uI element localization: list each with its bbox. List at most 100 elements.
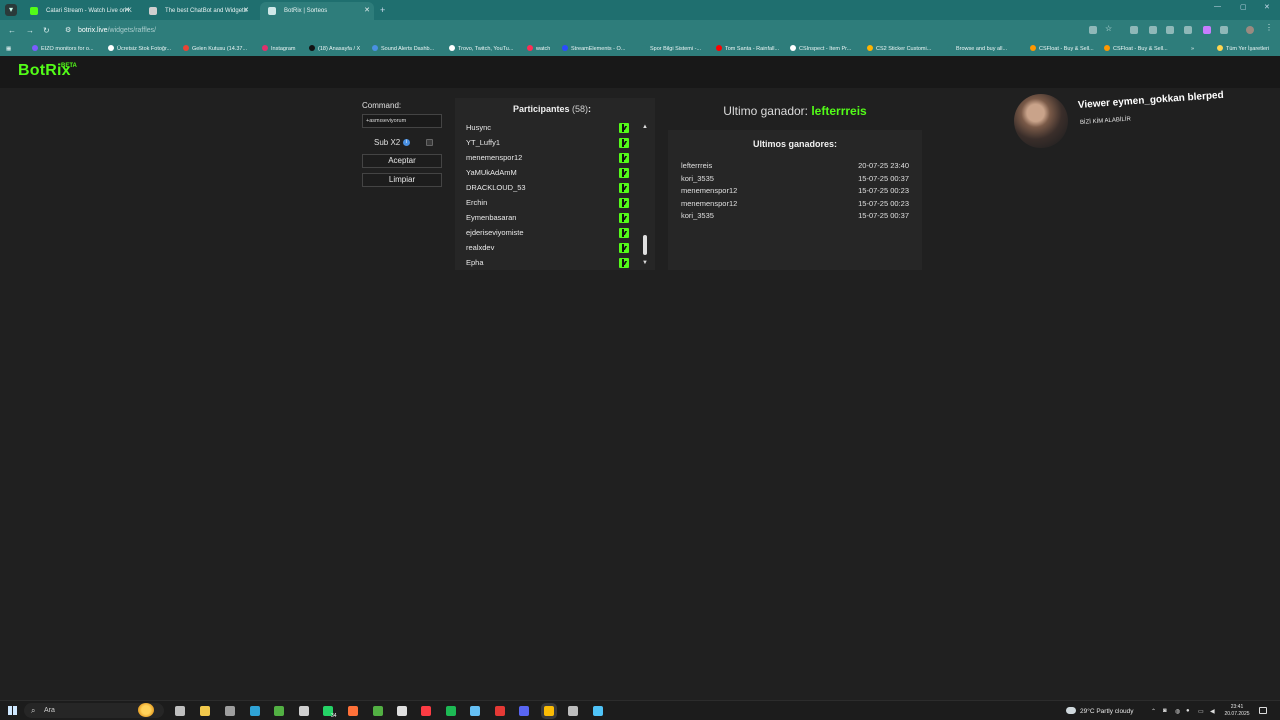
bookmark-item[interactable]: Tom Santa - Rainfall...: [716, 44, 779, 54]
bookmark-item[interactable]: EIZO monitors for o...: [32, 44, 94, 54]
gamepad-extension-icon[interactable]: [1184, 26, 1192, 34]
participant-row: Erchin: [466, 197, 632, 212]
music-icon[interactable]: [421, 706, 431, 716]
clear-button[interactable]: Limpiar: [362, 173, 442, 187]
xbox-icon[interactable]: [274, 706, 284, 716]
recorder-icon[interactable]: [495, 706, 505, 716]
back-icon[interactable]: ←: [8, 24, 16, 38]
bookmark-favicon-icon: [1104, 45, 1110, 51]
translate-icon[interactable]: [1089, 26, 1097, 34]
bookmark-item[interactable]: Gelen Kutusu (14.37...: [183, 44, 247, 54]
participants-scrollbar[interactable]: ▲ ▼: [641, 124, 649, 268]
scroll-up-arrow-icon[interactable]: ▲: [642, 124, 648, 130]
puzzle-extensions-icon[interactable]: [1220, 26, 1228, 34]
maximize-icon[interactable]: ▢: [1240, 3, 1247, 11]
discord-icon[interactable]: [519, 706, 529, 716]
winner-date: 15-07-25 00:23: [858, 186, 909, 195]
close-tab-icon[interactable]: ✕: [364, 2, 370, 20]
new-tab-button[interactable]: +: [380, 2, 385, 18]
sub-x2-checkbox[interactable]: [426, 139, 433, 146]
volume-icon[interactable]: ◀: [1210, 708, 1215, 715]
bookmark-favicon-icon: [716, 45, 722, 51]
bookmark-item[interactable]: Ücretsiz Stok Fotoğr...: [108, 44, 171, 54]
accept-button[interactable]: Aceptar: [362, 154, 442, 168]
bookmark-item[interactable]: Browse and buy all...: [947, 44, 1007, 54]
steam-icon[interactable]: [470, 706, 480, 716]
vpn-icon[interactable]: [593, 706, 603, 716]
info-icon[interactable]: i: [403, 139, 410, 146]
notification-icon[interactable]: [1259, 707, 1267, 714]
botrix-favicon-icon: [149, 7, 157, 15]
mail-icon[interactable]: [299, 706, 309, 716]
more-bookmarks-icon[interactable]: »: [1191, 44, 1194, 54]
bookmark-item[interactable]: watch: [527, 44, 550, 54]
reload-icon[interactable]: ↻: [43, 24, 50, 38]
address-bar[interactable]: ⚙ botrix.live/widgets/raffles/: [60, 23, 1070, 39]
file-explorer-icon[interactable]: [200, 706, 210, 716]
tray-expand-icon[interactable]: ⌃: [1151, 708, 1156, 715]
bookmark-item[interactable]: CSFloat - Buy & Sell...: [1104, 44, 1168, 54]
command-input[interactable]: [362, 114, 442, 128]
tab-search-menu-icon[interactable]: ▾: [5, 4, 17, 16]
network-icon[interactable]: ◍: [1175, 708, 1180, 715]
extension-icon[interactable]: [1130, 26, 1138, 34]
star-bookmark-icon[interactable]: ☆: [1105, 24, 1113, 33]
bookmark-item[interactable]: StreamElements - O...: [562, 44, 625, 54]
bookmark-item[interactable]: CSInspect - Item Pr...: [790, 44, 851, 54]
microphone-icon[interactable]: ●: [1186, 708, 1190, 714]
weather-widget-icon[interactable]: [138, 703, 154, 717]
search-icon: ⌕: [31, 706, 36, 715]
task-view-icon[interactable]: [175, 706, 185, 716]
obs-icon[interactable]: [568, 706, 578, 716]
bookmark-favicon-icon: [562, 45, 568, 51]
profile-avatar-icon[interactable]: [1246, 26, 1254, 34]
bookmark-item[interactable]: CS2 Sticker Customi...: [867, 44, 931, 54]
tray-app-icon[interactable]: ◙: [1163, 708, 1167, 714]
forward-icon[interactable]: →: [26, 24, 34, 38]
tab-catari-stream[interactable]: Catari Stream - Watch Live on K ✕: [22, 2, 134, 20]
bookmark-label: CS2 Sticker Customi...: [876, 46, 932, 52]
bookmark-item[interactable]: (18) Anasayfa / X: [309, 44, 360, 54]
weather-status[interactable]: 29°C Partly cloudy: [1066, 707, 1134, 715]
extension-icon[interactable]: [1203, 26, 1211, 34]
kick-platform-icon: [619, 228, 629, 238]
minimize-icon[interactable]: —: [1214, 3, 1221, 10]
winner-name: kori_3535: [681, 173, 714, 183]
tab-botrix-sorteos[interactable]: BotRix | Sorteos ✕: [260, 2, 374, 20]
bookmark-item[interactable]: Sound Alerts Dashb...: [372, 44, 434, 54]
display-icon[interactable]: ▭: [1198, 708, 1204, 715]
edge-icon[interactable]: [250, 706, 260, 716]
shield-extension-icon[interactable]: [1149, 26, 1157, 34]
extension-icon[interactable]: [1166, 26, 1174, 34]
close-window-icon[interactable]: ✕: [1264, 3, 1270, 11]
kick-platform-icon: [619, 198, 629, 208]
tab-botrix-chatbot[interactable]: The best ChatBot and Widgets ✕: [141, 2, 253, 20]
site-info-icon[interactable]: ⚙: [65, 23, 71, 39]
scroll-thumb[interactable]: [643, 234, 647, 255]
bookmark-item[interactable]: Trovo, Twitch, YouTu...: [449, 44, 513, 54]
kick-platform-icon: [619, 213, 629, 223]
xbox-app-icon[interactable]: [373, 706, 383, 716]
firefox-icon[interactable]: [348, 706, 358, 716]
sub-x2-label: Sub X2: [374, 138, 401, 147]
participant-row: ejderiseviyomiste: [466, 227, 632, 242]
bookmark-item[interactable]: Spor Bilgi Sistemi -...: [641, 44, 701, 54]
bookmark-item[interactable]: CSFloat - Buy & Sell...: [1030, 44, 1094, 54]
bookmark-item[interactable]: Instagram: [262, 44, 295, 54]
scroll-down-arrow-icon[interactable]: ▼: [642, 260, 648, 266]
spotify-icon[interactable]: [446, 706, 456, 716]
settings-icon[interactable]: [225, 706, 235, 716]
windows-start-icon[interactable]: [8, 706, 17, 715]
winner-row: kori_3535 15-07-25 00:37: [681, 174, 909, 187]
site-header: [0, 56, 1280, 88]
chrome-icon[interactable]: [544, 706, 554, 716]
epic-games-icon[interactable]: [397, 706, 407, 716]
kebab-menu-icon[interactable]: ⋮: [1265, 23, 1273, 32]
bookmark-item[interactable]: Tüm Yer İşaretleri: [1217, 44, 1269, 54]
close-tab-icon[interactable]: ✕: [124, 2, 130, 20]
close-tab-icon[interactable]: ✕: [243, 2, 249, 20]
bookmark-label: Spor Bilgi Sistemi -...: [650, 46, 702, 52]
taskbar-clock[interactable]: 23:41 20.07.2025: [1222, 704, 1252, 718]
bookmark-favicon-icon: [867, 45, 873, 51]
apps-grid-icon[interactable]: ▦: [6, 44, 11, 54]
